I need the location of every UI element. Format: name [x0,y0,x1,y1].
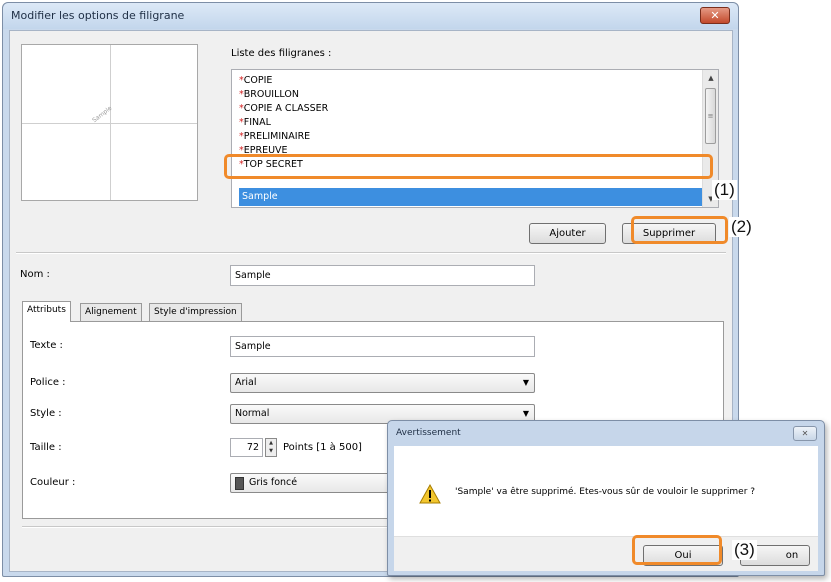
text-field[interactable]: Sample [230,336,535,357]
list-item-label: COPIE [243,75,273,86]
name-field[interactable]: Sample [230,265,535,286]
dialog-message: 'Sample' va être supprimé. Etes-vous sûr… [455,487,756,497]
color-label: Couleur : [30,477,76,488]
callout-3: (3) [732,540,757,560]
tab-print-style[interactable]: Style d'impression [149,303,242,321]
scrollbar-thumb[interactable]: ≡ [705,88,716,144]
warning-dialog: Avertissement ✕ 'Sample' va être supprim… [387,420,825,576]
warning-icon [419,484,441,504]
color-swatch [235,477,244,490]
size-label: Taille : [30,442,62,453]
watermark-list[interactable]: *COPIE *BROUILLON *COPIE A CLASSER *FINA… [231,69,719,208]
list-item-label: FINAL [243,117,271,128]
font-select-value: Arial [235,377,257,388]
add-button[interactable]: Ajouter [529,223,606,244]
title-bar: Modifier les options de filigrane ✕ [3,3,738,29]
list-item-selected[interactable]: Sample [239,188,702,206]
list-item-label: BROUILLON [243,89,299,100]
dialog-title: Avertissement [396,428,461,438]
watermark-preview: Sample [21,44,198,201]
style-label: Style : [30,408,62,419]
list-item-label: PRELIMINAIRE [243,131,311,142]
no-button-label: on [785,550,799,561]
style-select-value: Normal [235,408,270,419]
close-button[interactable]: ✕ [700,7,730,24]
callout-1: (1) [712,180,737,200]
callout-2: (2) [729,217,754,237]
chevron-down-icon: ▼ [522,378,529,387]
list-item[interactable]: *PRELIMINAIRE [239,130,310,144]
window-title: Modifier les options de filigrane [11,9,185,22]
size-unit-label: Points [1 à 500] [283,442,362,453]
spin-up-icon[interactable]: ▲ [266,439,276,447]
list-item[interactable]: *COPIE A CLASSER [239,102,328,116]
preview-horizontal-guide [22,123,197,124]
tab-alignment[interactable]: Alignement [80,303,142,321]
spin-down-icon[interactable]: ▼ [266,447,276,455]
dialog-close-button[interactable]: ✕ [793,426,817,441]
font-select[interactable]: Arial ▼ [230,373,535,393]
list-item[interactable]: *FINAL [239,116,271,130]
list-item[interactable]: *BROUILLON [239,88,299,102]
yes-button-highlight [632,535,722,565]
section-divider [16,252,726,254]
text-label: Texte : [30,340,63,351]
dialog-body: 'Sample' va être supprimé. Etes-vous sûr… [394,446,818,536]
list-item-label: COPIE A CLASSER [243,103,329,114]
delete-button-highlight [631,216,728,244]
list-item[interactable]: *COPIE [239,74,272,88]
color-select[interactable]: Gris foncé [230,473,390,493]
font-label: Police : [30,377,66,388]
name-label: Nom : [20,269,50,280]
tab-attributes[interactable]: Attributs [22,301,71,322]
size-spinner[interactable]: 72 [230,438,263,457]
color-select-value: Gris foncé [249,477,298,488]
size-spinner-arrows[interactable]: ▲ ▼ [265,438,277,457]
watermark-list-label: Liste des filigranes : [231,48,332,59]
selected-item-highlight [224,154,713,179]
scroll-up-icon[interactable]: ▲ [703,70,718,86]
